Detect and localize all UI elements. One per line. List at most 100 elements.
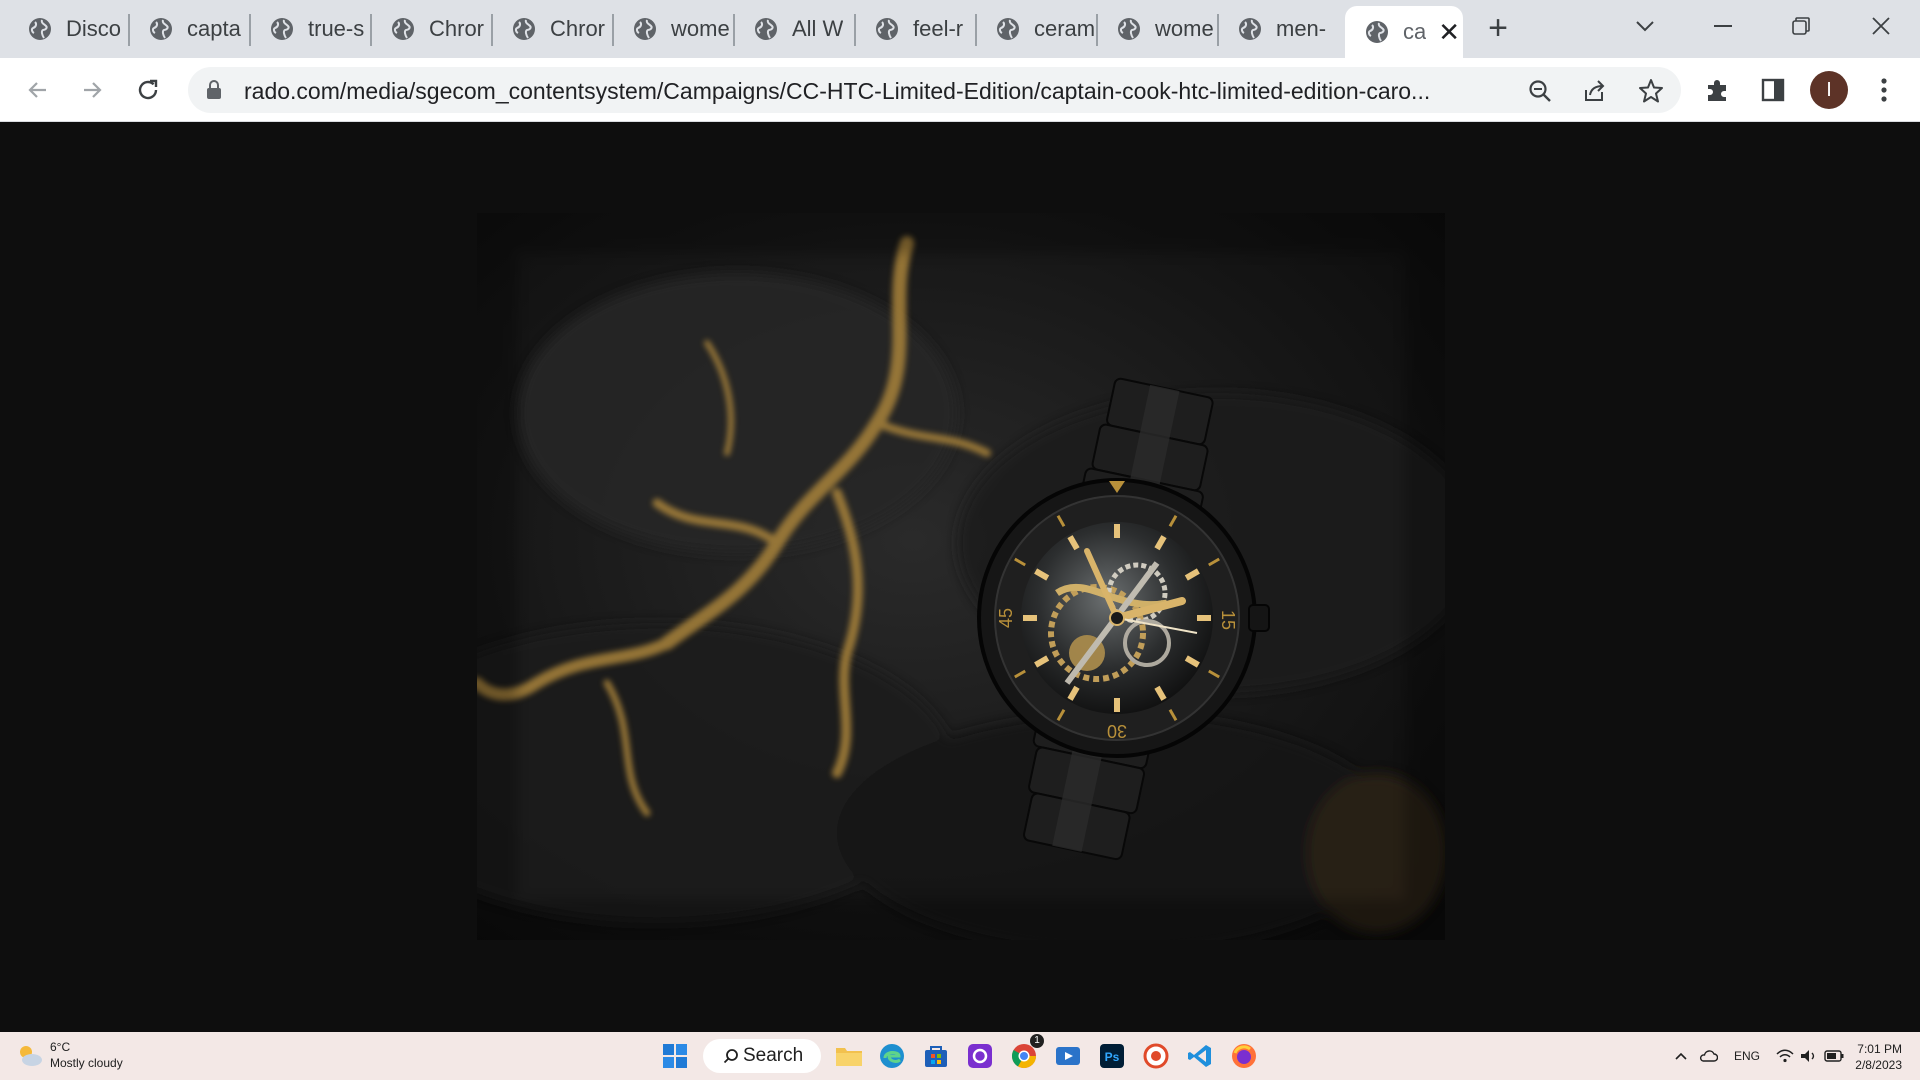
globe-icon — [513, 18, 535, 40]
browser-tab[interactable]: Chror — [492, 6, 613, 52]
weather-widget[interactable]: 6°C Mostly cloudy — [16, 1040, 123, 1070]
browser-tab[interactable]: true-s — [250, 6, 371, 52]
extensions-button[interactable] — [1700, 72, 1736, 108]
share-icon — [1585, 80, 1605, 101]
back-arrow-icon — [28, 82, 46, 98]
browser-tab[interactable]: ca ✕ — [1345, 6, 1463, 58]
browser-tab[interactable]: Disco — [8, 6, 129, 52]
media-app-icon — [1056, 1047, 1080, 1065]
globe-icon — [271, 18, 293, 40]
extensions-puzzle-icon — [1708, 80, 1726, 101]
search-icon — [723, 1049, 738, 1064]
language-indicator[interactable]: ENG — [1734, 1049, 1760, 1063]
tab-title: feel-r — [913, 16, 964, 41]
partly-cloudy-icon — [20, 1046, 42, 1066]
browser-tab[interactable]: All W — [734, 6, 855, 52]
taskbar-chrome[interactable]: 1 — [1008, 1034, 1044, 1072]
taskbar-file-explorer[interactable] — [833, 1040, 865, 1072]
taskbar-app-purple[interactable] — [964, 1040, 996, 1072]
volume-icon[interactable] — [1800, 1049, 1818, 1063]
globe-icon — [1366, 21, 1388, 43]
taskbar-store[interactable] — [920, 1040, 952, 1072]
taskbar-photoshop[interactable]: Ps — [1096, 1040, 1128, 1072]
close-tab-icon[interactable]: ✕ — [1438, 17, 1460, 48]
profile-avatar[interactable]: I — [1810, 71, 1848, 109]
watch-photo[interactable]: 45 15 30 — [477, 213, 1445, 940]
back-button[interactable] — [16, 68, 60, 112]
menu-button[interactable] — [1866, 72, 1902, 108]
lock-icon[interactable] — [206, 80, 222, 100]
zoom-icon — [1529, 80, 1551, 102]
forward-button[interactable] — [70, 68, 114, 112]
globe-icon — [1118, 18, 1140, 40]
browser-tab[interactable]: wome — [1097, 6, 1218, 52]
url-text[interactable]: rado.com/media/sgecom_contentsystem/Camp… — [244, 78, 1484, 105]
restore-button[interactable] — [1766, 6, 1836, 46]
taskbar-recorder[interactable] — [1140, 1040, 1172, 1072]
zoom-button[interactable] — [1523, 74, 1557, 108]
globe-icon — [150, 18, 172, 40]
new-tab-button[interactable]: + — [1480, 10, 1516, 46]
wifi-icon[interactable] — [1776, 1049, 1794, 1063]
share-button[interactable] — [1578, 74, 1612, 108]
globe-icon — [29, 18, 51, 40]
taskbar-search[interactable]: Search — [703, 1039, 821, 1073]
minimize-icon — [1714, 25, 1732, 27]
tab-title: ceram — [1034, 16, 1096, 41]
chevron-up-icon[interactable] — [1674, 1051, 1688, 1061]
watch-photo-image: 45 15 30 — [477, 213, 1445, 940]
side-panel-icon — [1761, 78, 1785, 102]
browser-tab[interactable]: wome — [613, 6, 734, 52]
hour-index — [1023, 615, 1037, 621]
taskbar-app-blue[interactable] — [1052, 1040, 1084, 1072]
browser-tab[interactable]: ceram — [976, 6, 1097, 52]
reload-button[interactable] — [126, 68, 170, 112]
tab-title: ca — [1403, 19, 1427, 44]
minimize-button[interactable] — [1688, 6, 1758, 46]
bezel-number-30: 30 — [1107, 721, 1127, 741]
clock-time: 7:01 PM — [1857, 1042, 1902, 1056]
taskbar-clock[interactable]: 7:01 PM 2/8/2023 — [1838, 1041, 1902, 1073]
globe-icon — [392, 18, 414, 40]
browser-tab[interactable]: Chror — [371, 6, 492, 52]
taskbar-edge[interactable] — [876, 1040, 908, 1072]
svg-text:Ps: Ps — [1105, 1050, 1120, 1064]
start-button[interactable] — [659, 1040, 691, 1072]
browser-toolbar: rado.com/media/sgecom_contentsystem/Camp… — [0, 58, 1920, 122]
clock-date: 2/8/2023 — [1855, 1058, 1902, 1072]
close-window-button[interactable] — [1846, 6, 1916, 46]
system-tray: ENG — [1674, 1032, 1844, 1080]
browser-tab[interactable]: feel-r — [855, 6, 976, 52]
folder-icon — [836, 1048, 862, 1066]
edge-icon — [880, 1044, 904, 1068]
close-icon — [1872, 17, 1890, 35]
address-bar[interactable]: rado.com/media/sgecom_contentsystem/Camp… — [188, 67, 1681, 113]
reload-icon — [138, 79, 158, 100]
globe-icon — [634, 18, 656, 40]
record-icon — [1143, 1043, 1169, 1069]
forward-arrow-icon — [84, 82, 102, 98]
tab-strip: Disco capta true-s Chror Chror wome All W feel-… — [0, 0, 1920, 58]
onedrive-cloud-icon[interactable] — [1698, 1049, 1718, 1063]
tab-search-button[interactable] — [1610, 6, 1680, 46]
taskbar-search-label: Search — [743, 1045, 804, 1066]
windows-taskbar: 6°C Mostly cloudy Search 1 Ps ENG 7:01 P… — [0, 1032, 1920, 1080]
globe-icon — [997, 18, 1019, 40]
tab-title: men- — [1276, 16, 1327, 41]
firefox-icon — [1232, 1044, 1256, 1068]
tab-title: Chror — [550, 16, 606, 41]
hour-index — [1114, 524, 1120, 538]
browser-tab[interactable]: men- — [1218, 6, 1339, 52]
weather-condition: Mostly cloudy — [50, 1056, 123, 1070]
taskbar-firefox[interactable] — [1228, 1040, 1260, 1072]
bookmark-button[interactable] — [1634, 74, 1668, 108]
browser-tab[interactable]: capta — [129, 6, 250, 52]
taskbar-vscode[interactable] — [1184, 1040, 1216, 1072]
tab-title: All W — [792, 16, 844, 41]
restore-icon — [1792, 17, 1810, 35]
hour-index — [1114, 698, 1120, 712]
globe-icon — [755, 18, 777, 40]
tab-title: Chror — [429, 16, 485, 41]
side-panel-button[interactable] — [1755, 72, 1791, 108]
kebab-menu-icon — [1881, 78, 1887, 102]
